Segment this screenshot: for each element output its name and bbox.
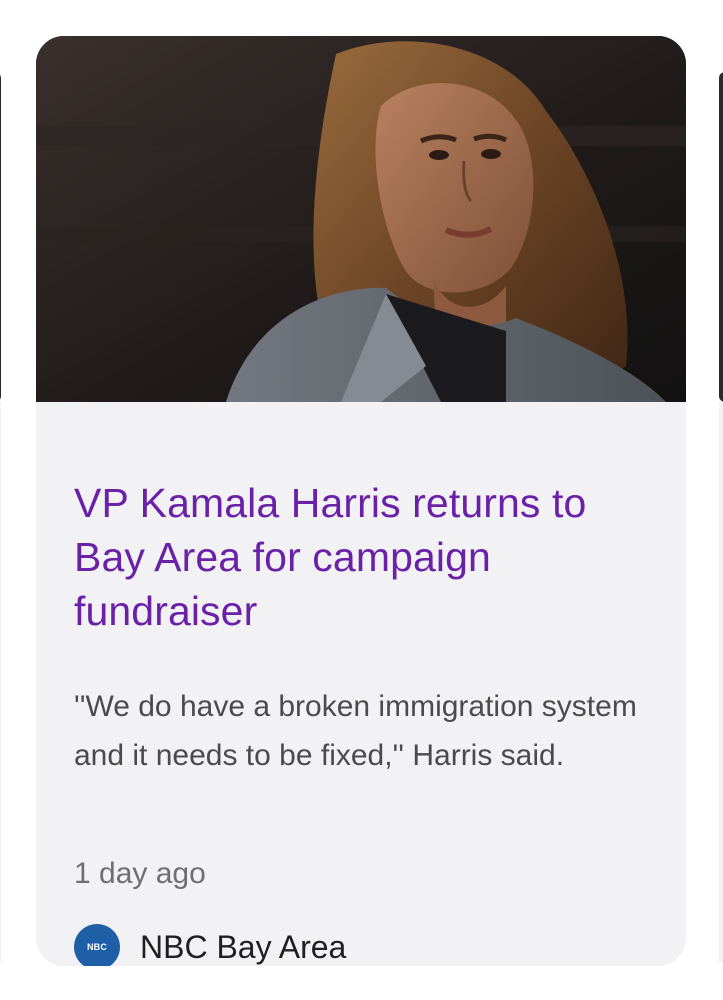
article-age: 1 day ago [74,857,206,890]
next-card-body-peek[interactable] [719,402,723,962]
article-source[interactable]: NBC NBC Bay Area [74,922,346,966]
logo-text: NBC [86,942,108,952]
previous-card-peek[interactable] [0,72,1,402]
previous-card-body-peek[interactable] [0,402,1,962]
source-name: NBC Bay Area [140,928,347,965]
article-headline[interactable]: VP Kamala Harris returns to Bay Area for… [74,476,664,638]
article-snippet: ''We do have a broken immigration system… [74,690,637,772]
news-card[interactable]: VP Kamala Harris returns to Bay Area for… [36,36,686,966]
next-card-peek[interactable] [719,72,723,402]
article-thumbnail[interactable] [36,36,686,402]
nbc-logo-icon: NBC [74,924,120,966]
photo-illustration [36,36,686,402]
